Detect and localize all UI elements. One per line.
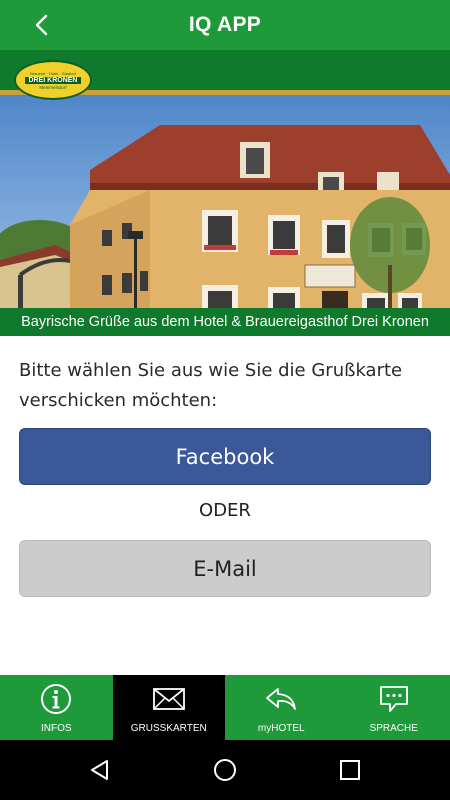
hero-caption: Bayrische Grüße aus dem Hotel & Brauerei… (0, 308, 450, 336)
email-button-label: E-Mail (193, 556, 257, 581)
system-navigation-bar (0, 740, 450, 800)
nav-label-myhotel: myHOTEL (257, 723, 305, 734)
bottom-navigation: INFOS GRUSSKARTEN myHOTEL SPRACHE (0, 675, 450, 740)
circle-home-icon (214, 759, 236, 781)
system-recents-button[interactable] (335, 755, 365, 785)
envelope-icon (152, 688, 185, 710)
nav-label-grusskarten: GRUSSKARTEN (130, 723, 207, 734)
nav-item-sprache[interactable]: SPRACHE (338, 675, 450, 740)
app-header: IQ APP (0, 0, 450, 50)
nav-label-sprache: SPRACHE (369, 723, 418, 734)
nav-item-infos[interactable]: INFOS (0, 675, 113, 740)
info-icon (41, 684, 72, 714)
or-separator: ODER (199, 500, 251, 521)
nav-item-grusskarten[interactable]: GRUSSKARTEN (112, 675, 225, 740)
hotel-logo: Brauerei · Hotel · Gasthof DREI KRONEN M… (14, 60, 92, 100)
facebook-button[interactable]: Facebook (19, 428, 431, 485)
hero-image: Brauerei · Hotel · Gasthof DREI KRONEN M… (0, 50, 450, 336)
nav-item-myhotel[interactable]: myHOTEL (225, 675, 338, 740)
system-back-button[interactable] (85, 755, 115, 785)
email-button[interactable]: E-Mail (19, 540, 431, 597)
facebook-button-label: Facebook (175, 444, 275, 469)
nav-label-infos: INFOS (40, 723, 72, 734)
square-recents-icon (340, 760, 360, 780)
page-title: IQ APP (188, 13, 262, 36)
triangle-back-icon (91, 760, 108, 780)
reply-arrow-icon (266, 688, 297, 710)
chat-bubble-icon (379, 686, 408, 712)
system-home-button[interactable] (210, 755, 240, 785)
app-root: IQ APP Brauerei · Hotel · Gasthof DREI K… (0, 0, 450, 800)
instruction-text: Bitte wählen Sie aus wie Sie die Grußkar… (19, 360, 403, 411)
hotel-photo (0, 95, 450, 336)
